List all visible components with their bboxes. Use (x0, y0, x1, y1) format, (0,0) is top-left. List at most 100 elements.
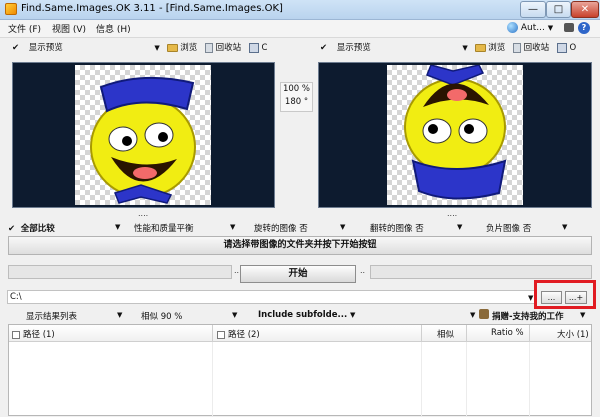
table-header: 路径 (1) 路径 (2) 相似 Ratio % 大小 (1) (9, 325, 591, 342)
right-copy-button[interactable]: O (570, 43, 577, 53)
column-path-1[interactable]: 路径 (1) (12, 328, 55, 340)
zoom-info: 100 % 180 ° (280, 82, 313, 112)
printer-icon[interactable] (564, 23, 574, 32)
column-divider[interactable] (529, 325, 530, 342)
performance-option[interactable]: 性能和质量平衡 (134, 222, 194, 234)
rotated-dropdown[interactable]: ▼ (340, 222, 345, 234)
select-all-checkbox[interactable] (217, 330, 225, 339)
rotated-images-option[interactable]: 旋转的图像 否 (254, 222, 308, 234)
donate-option[interactable]: 捐赠-支持我的工作 (492, 310, 564, 322)
negative-dropdown[interactable]: ▼ (562, 222, 567, 234)
right-recycle-button[interactable]: 回收站 (524, 43, 550, 53)
chevron-down-icon: ▼ (547, 24, 554, 32)
column-similarity[interactable]: 相似 (437, 328, 454, 340)
progress-left-marker: .. (234, 266, 240, 275)
negative-images-option[interactable]: 负片图像 否 (486, 222, 531, 234)
left-image-preview[interactable] (12, 62, 275, 208)
maximize-button[interactable]: □ (546, 1, 571, 18)
column-size-1[interactable]: 大小 (1) (557, 328, 589, 340)
left-copy-button[interactable]: C (262, 43, 268, 53)
progress-bar-left (8, 265, 232, 279)
column-guide (421, 342, 422, 417)
checkmark-icon[interactable]: ✔ (320, 43, 328, 53)
copy-icon (248, 42, 259, 53)
left-image-canvas (75, 65, 211, 205)
folder-icon (166, 43, 178, 52)
results-table[interactable]: 路径 (1) 路径 (2) 相似 Ratio % 大小 (1) (8, 324, 592, 417)
menu-info[interactable]: 信息 (H) (96, 22, 131, 35)
similarity-option[interactable]: 相似 90 % (141, 310, 182, 322)
right-toolbar: ✔ 显示预览 ▼ 浏览 回收站 O (320, 41, 576, 57)
right-preview-dots: .... (447, 209, 458, 218)
title-bar: Find.Same.Images.OK 3.11 - [Find.Same.Im… (0, 0, 600, 20)
include-subfolders-option[interactable]: Include subfolde... (258, 310, 347, 320)
performance-dropdown[interactable]: ▼ (230, 222, 235, 234)
right-browse-button[interactable]: 浏览 (488, 43, 505, 53)
folder-path-value: C:\ (10, 292, 22, 302)
start-button[interactable]: 开始 (240, 265, 356, 283)
progress-right-marker: .. (360, 266, 366, 275)
right-image-preview[interactable] (318, 62, 592, 208)
close-button[interactable]: ✕ (571, 1, 599, 18)
chevron-down-icon: ▼ (562, 223, 568, 231)
compare-dropdown[interactable]: ▼ (115, 222, 120, 234)
recycle-bin-icon (512, 42, 521, 53)
chevron-down-icon: ▼ (457, 223, 463, 231)
column-guide (466, 342, 467, 417)
menu-view[interactable]: 视图 (V) (52, 22, 86, 35)
chevron-down-icon[interactable]: ▼ (528, 292, 533, 304)
checkmark-icon[interactable]: ✔ (12, 43, 20, 53)
flipped-dropdown[interactable]: ▼ (457, 222, 462, 234)
left-toolbar: ✔ 显示预览 ▼ 浏览 回收站 C (12, 41, 267, 57)
left-show-preview[interactable]: 显示预览 (29, 41, 152, 53)
chevron-down-icon: ▼ (230, 223, 236, 231)
menu-file[interactable]: 文件 (F) (8, 22, 41, 35)
chevron-down-icon[interactable]: ▼ (580, 311, 585, 319)
display-results-option[interactable]: 显示结果列表 (26, 310, 77, 322)
highlight-annotation (534, 280, 596, 309)
language-selector[interactable]: Aut... ▼ (507, 22, 553, 33)
column-guide (212, 342, 213, 417)
smiley-face-image (90, 76, 196, 204)
window-title: Find.Same.Images.OK 3.11 - [Find.Same.Im… (21, 3, 283, 14)
language-label: Aut... (520, 23, 545, 33)
right-show-preview[interactable]: 显示预览 (337, 41, 460, 53)
select-all-checkbox[interactable] (12, 330, 20, 339)
chevron-down-icon[interactable]: ▼ (117, 311, 122, 319)
app-icon (5, 3, 17, 15)
zoom-level: 100 % (282, 84, 310, 94)
compare-all-option[interactable]: ✔ 全部比较 (8, 222, 55, 234)
left-recycle-button[interactable]: 回收站 (216, 43, 242, 53)
column-guide (529, 342, 530, 417)
folder-path-input[interactable]: C:\ ▼ (7, 290, 537, 304)
left-preview-dots: .... (138, 209, 149, 218)
folder-icon (474, 43, 486, 52)
rotation-level: 180 ° (284, 97, 309, 107)
recycle-bin-icon (204, 42, 213, 53)
status-message: 请选择带图像的文件夹并按下开始按钮 (8, 236, 592, 255)
donate-icon (479, 309, 489, 319)
smiley-face-rotated-image (404, 64, 507, 200)
chevron-down-icon[interactable]: ▼ (462, 44, 467, 52)
checkmark-icon: ✔ (8, 224, 16, 234)
column-divider[interactable] (466, 325, 467, 342)
right-image-canvas (387, 64, 523, 205)
minimize-button[interactable]: — (520, 1, 546, 18)
chevron-down-icon[interactable]: ▼ (470, 311, 475, 319)
chevron-down-icon[interactable]: ▼ (350, 311, 355, 319)
chevron-down-icon[interactable]: ▼ (232, 311, 237, 319)
copy-icon (556, 42, 567, 53)
chevron-down-icon[interactable]: ▼ (154, 44, 159, 52)
globe-icon (507, 22, 518, 33)
column-divider[interactable] (421, 325, 422, 342)
chevron-down-icon: ▼ (340, 223, 346, 231)
menu-bar: 文件 (F) 视图 (V) 信息 (H) Aut... ▼ ? (0, 20, 600, 38)
column-path-2[interactable]: 路径 (2) (217, 328, 260, 340)
progress-bar-right (370, 265, 592, 279)
flipped-images-option[interactable]: 翻转的图像 否 (370, 222, 424, 234)
left-browse-button[interactable]: 浏览 (180, 43, 197, 53)
column-divider[interactable] (212, 325, 213, 342)
column-ratio[interactable]: Ratio % (491, 328, 524, 338)
chevron-down-icon: ▼ (115, 223, 121, 231)
help-icon[interactable]: ? (578, 22, 590, 34)
